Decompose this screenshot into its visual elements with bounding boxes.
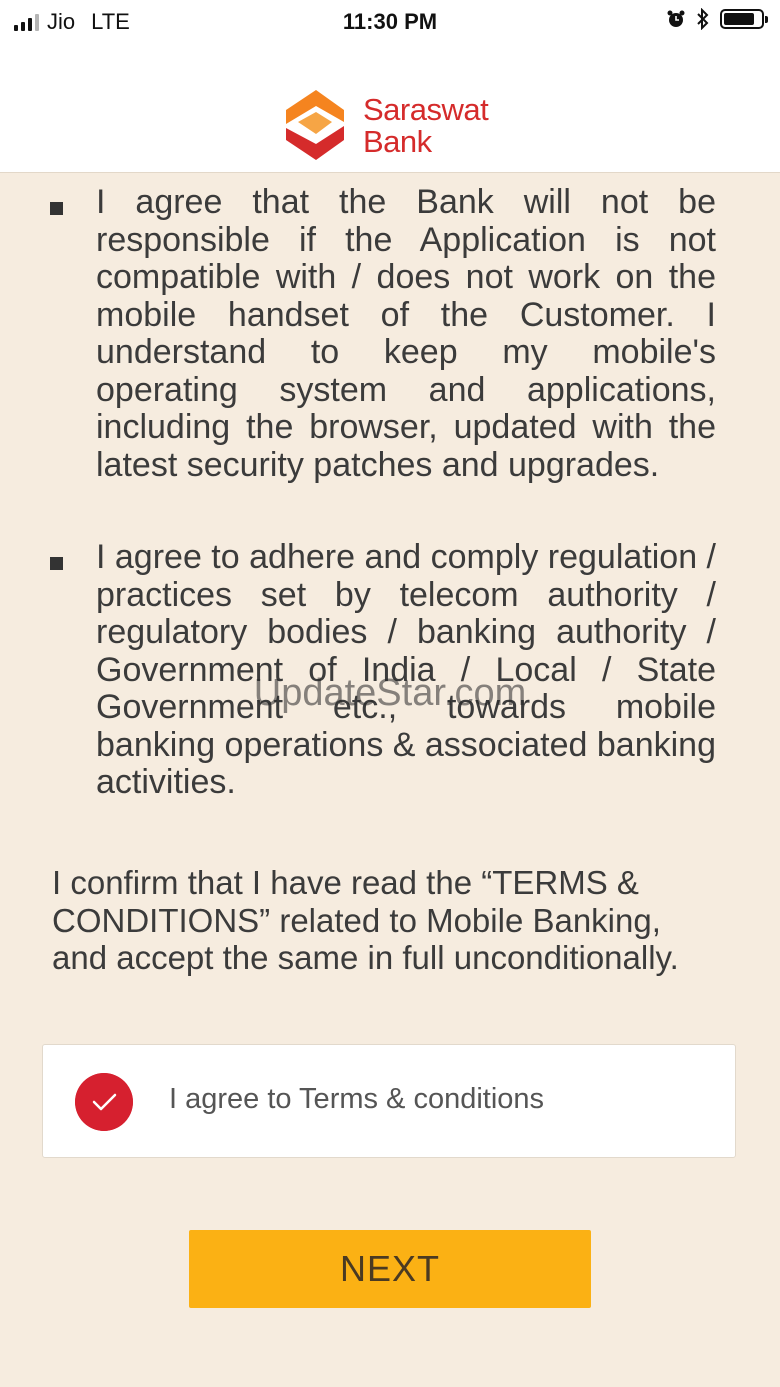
status-bar: Jio LTE 11:30 PM — [0, 0, 780, 44]
confirm-statement: I confirm that I have read the “TERMS & … — [52, 864, 679, 976]
agree-terms-checkbox-row[interactable]: I agree to Terms & conditions — [42, 1044, 736, 1158]
next-button[interactable]: NEXT — [189, 1230, 591, 1308]
brand-line-1: Saraswat — [363, 92, 489, 127]
saraswat-bank-logo-icon — [286, 90, 344, 160]
bullet-square-icon — [50, 202, 63, 215]
brand-name: Saraswat Bank — [363, 92, 489, 159]
status-time: 11:30 PM — [342, 9, 438, 34]
terms-bullet-text: I agree that the Bank will not be respon… — [96, 183, 716, 484]
alarm-icon — [667, 10, 685, 27]
brand-line-2: Bank — [363, 124, 432, 159]
agree-terms-label: I agree to Terms & conditions — [169, 1083, 545, 1115]
bullet-square-icon — [50, 557, 63, 570]
bluetooth-icon — [697, 8, 709, 30]
status-right — [666, 8, 768, 30]
terms-bullet-text: I agree to adhere and comply regulation … — [96, 538, 716, 801]
app-header: Saraswat Bank — [0, 44, 780, 173]
battery-icon — [720, 9, 768, 29]
checkmark-checked-icon[interactable] — [75, 1073, 133, 1131]
